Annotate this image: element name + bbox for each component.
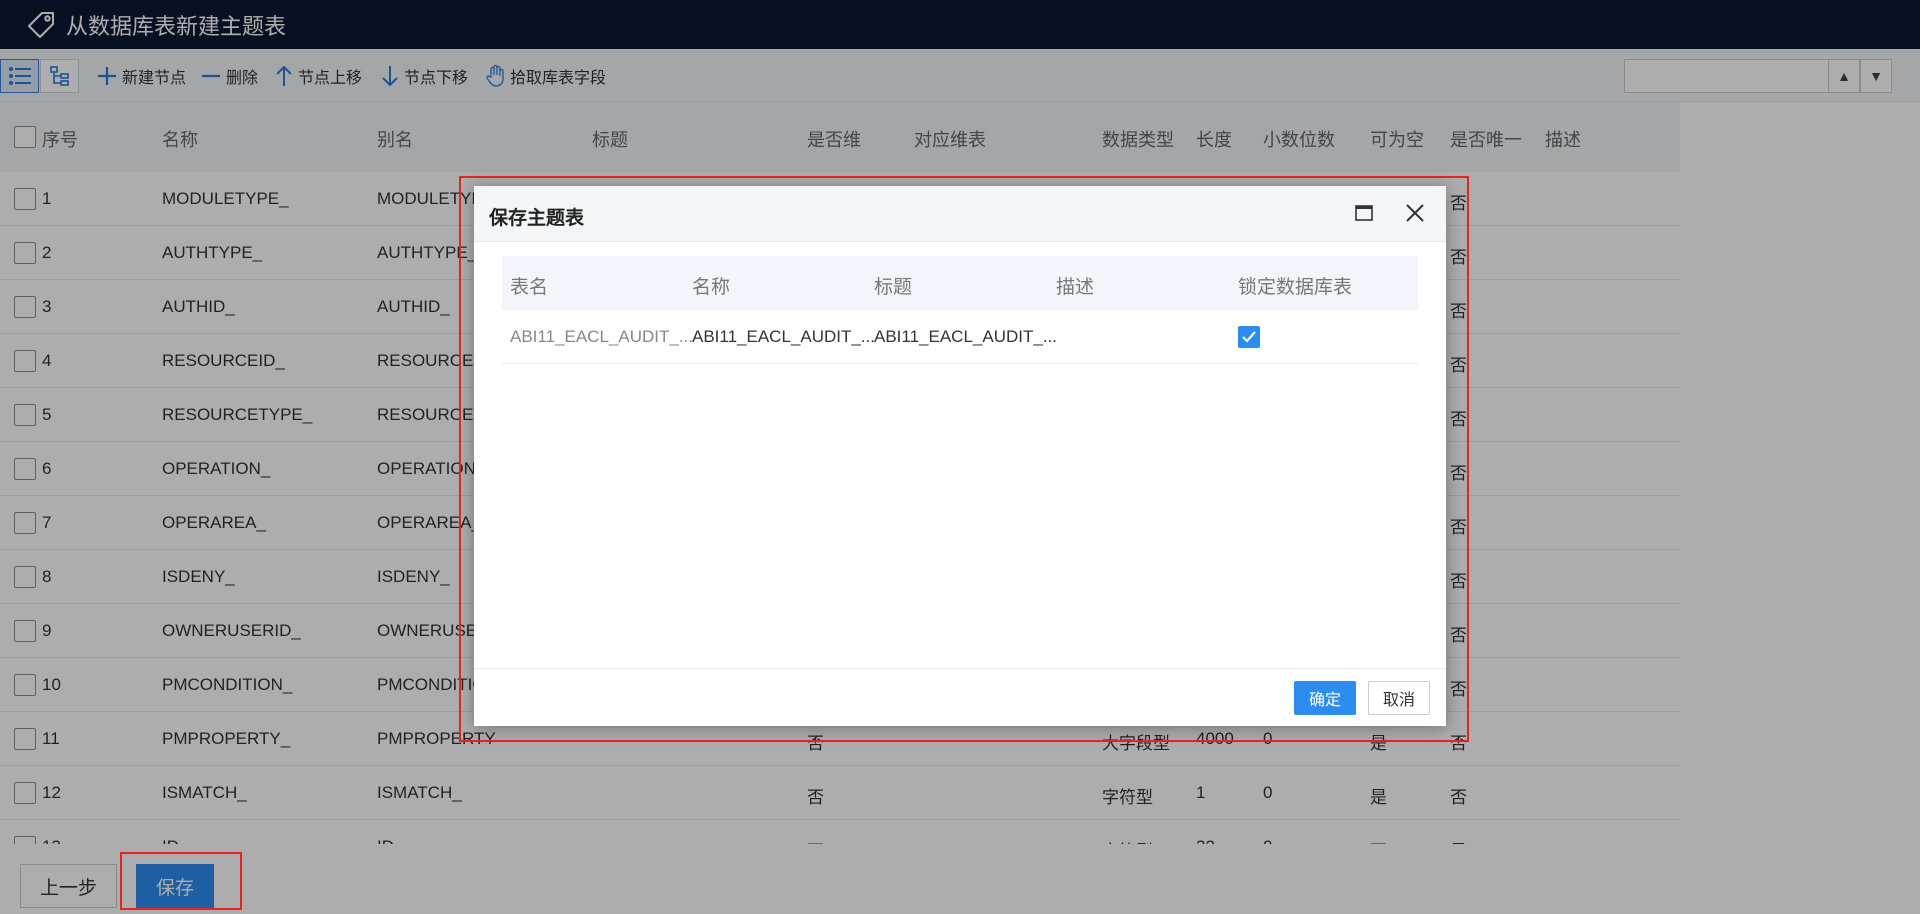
dlg-header-desc: 描述 (1056, 277, 1095, 298)
maximize-icon[interactable] (1354, 203, 1374, 223)
dialog-table-row: ABI11_EACL_AUDIT_... ABI11_EACL_AUDIT_..… (502, 310, 1418, 364)
dlg-header-caption: 标题 (874, 277, 913, 298)
dlg-header-name: 名称 (692, 277, 731, 298)
dlg-cell-table-name: ABI11_EACL_AUDIT_... (510, 327, 693, 346)
dlg-cell-caption[interactable]: ABI11_EACL_AUDIT_... (874, 327, 1057, 347)
dialog-table-header: 表名 名称 标题 描述 锁定数据库表 (502, 256, 1418, 310)
lock-table-checkbox[interactable] (1238, 326, 1260, 348)
dlg-header-locked: 锁定数据库表 (1238, 277, 1353, 298)
close-icon[interactable] (1404, 202, 1426, 224)
dlg-header-table-name: 表名 (510, 277, 549, 298)
confirm-button[interactable]: 确定 (1294, 681, 1356, 715)
check-icon (1242, 331, 1256, 343)
save-dialog: 保存主题表 表名 名称 标题 描述 锁定数据库表 ABI11_EACL_AUDI… (474, 186, 1446, 726)
dialog-header: 保存主题表 (474, 186, 1446, 242)
dialog-footer: 确定 取消 (474, 668, 1446, 726)
dialog-title: 保存主题表 (489, 208, 585, 229)
cancel-button[interactable]: 取消 (1368, 681, 1430, 715)
dlg-cell-name[interactable]: ABI11_EACL_AUDIT_... (692, 327, 875, 347)
